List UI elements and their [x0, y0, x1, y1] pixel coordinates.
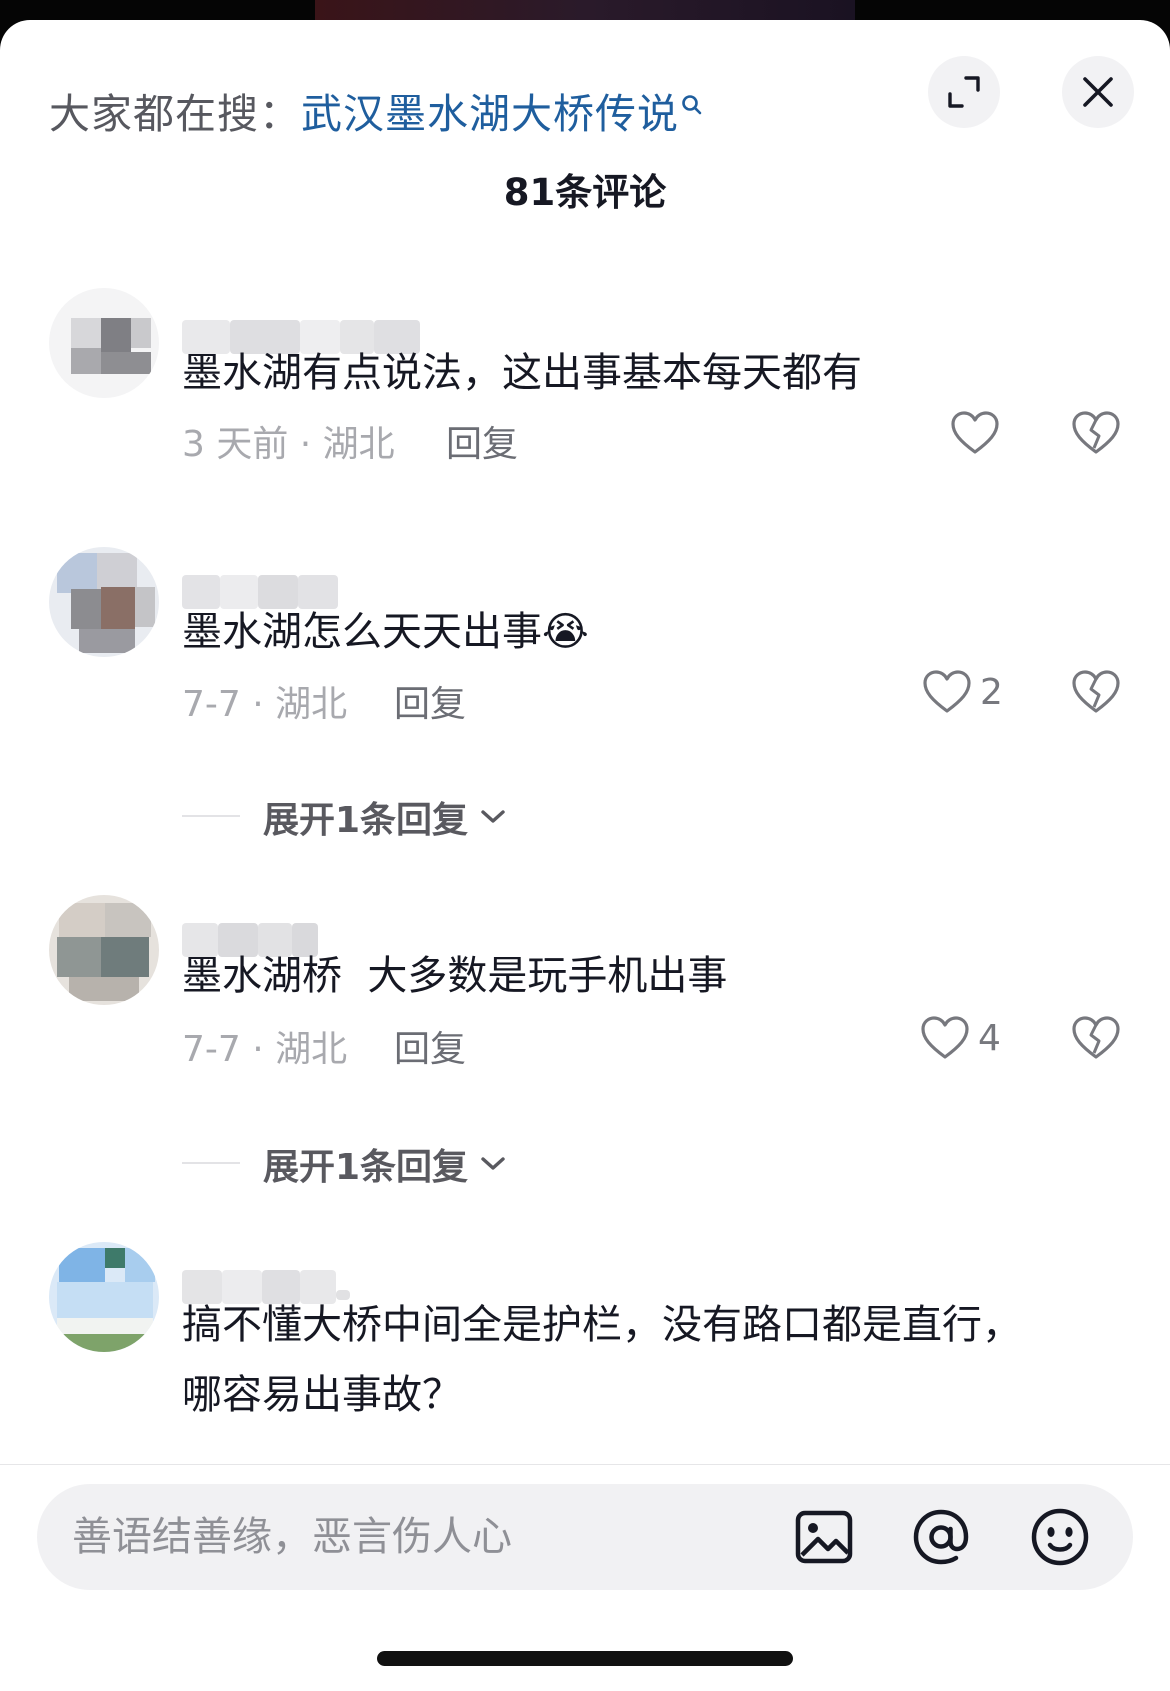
- reply-button[interactable]: 回复: [446, 415, 518, 467]
- emoji-button[interactable]: [1028, 1505, 1092, 1569]
- heart-icon: [951, 411, 999, 454]
- comment-meta: 7-7 · 湖北: [182, 1029, 348, 1070]
- search-icon: [681, 92, 703, 128]
- comment-text-line-1: 搞不懂大桥中间全是护栏，没有路口都是直行，: [182, 1302, 1022, 1348]
- expand-replies-label: 展开1条回复: [263, 1147, 469, 1188]
- like-button[interactable]: 2: [922, 669, 1003, 715]
- like-count: 4: [978, 1017, 1001, 1059]
- comment-input[interactable]: 善语结善缘，恶言伤人心: [37, 1484, 1133, 1590]
- expand-replies-label: 展开1条回复: [263, 800, 469, 841]
- chevron-down-icon: [481, 810, 505, 823]
- comment-text: 墨水湖有点说法，这出事基本每天都有: [182, 350, 862, 396]
- dislike-button[interactable]: [1071, 669, 1121, 719]
- image-button[interactable]: [792, 1505, 856, 1569]
- expand-replies-button[interactable]: 展开1条回复: [263, 1138, 508, 1190]
- like-button[interactable]: [950, 410, 1000, 456]
- expand-button[interactable]: [928, 56, 1000, 128]
- emoji-icon: [1031, 1508, 1089, 1566]
- comment-meta: 7-7 · 湖北: [182, 684, 348, 725]
- comment-text-line-2: 哪容易出事故？: [182, 1372, 462, 1418]
- search-suggestion-prefix: 大家都在搜：: [49, 90, 301, 138]
- image-icon: [795, 1510, 853, 1564]
- expand-divider: [182, 815, 240, 817]
- avatar[interactable]: [49, 895, 159, 1005]
- comment-count-title: 81条评论: [503, 171, 667, 214]
- like-count: 2: [980, 671, 1003, 713]
- search-suggestion[interactable]: 大家都在搜： 武汉墨水湖大桥传说: [49, 70, 703, 150]
- comment-meta: 3 天前 · 湖北: [182, 424, 395, 465]
- like-button[interactable]: 4: [920, 1015, 1001, 1061]
- heart-icon: [923, 670, 971, 713]
- broken-heart-icon: [1072, 411, 1120, 454]
- dislike-button[interactable]: [1071, 1015, 1121, 1065]
- avatar[interactable]: [49, 1242, 159, 1352]
- avatar[interactable]: [49, 288, 159, 398]
- crying-laughing-emoji: 😭: [542, 609, 589, 655]
- comment-input-placeholder: 善语结善缘，恶言伤人心: [72, 1514, 512, 1560]
- comment-text-body: 墨水湖怎么天天出事: [182, 609, 542, 655]
- search-suggestion-term[interactable]: 武汉墨水湖大桥传说: [301, 80, 679, 140]
- comment-sheet: 大家都在搜： 武汉墨水湖大桥传说 81条评论 墨水湖有点说法，这出事基本每天都有…: [0, 20, 1170, 1691]
- expand-divider: [182, 1162, 240, 1164]
- close-icon: [1083, 77, 1113, 107]
- expand-replies-button[interactable]: 展开1条回复: [263, 791, 508, 843]
- broken-heart-icon: [1072, 670, 1120, 713]
- reply-button[interactable]: 回复: [394, 675, 466, 727]
- comment-text: 墨水湖怎么天天出事😭: [182, 597, 589, 667]
- chevron-down-icon: [481, 1157, 505, 1170]
- heart-icon: [921, 1016, 969, 1059]
- expand-icon: [948, 76, 980, 108]
- close-button[interactable]: [1062, 56, 1134, 128]
- home-indicator[interactable]: [377, 1651, 793, 1666]
- at-icon: [913, 1509, 969, 1565]
- avatar[interactable]: [49, 547, 159, 657]
- dislike-button[interactable]: [1071, 410, 1121, 460]
- broken-heart-icon: [1072, 1016, 1120, 1059]
- input-divider: [0, 1464, 1170, 1465]
- reply-button[interactable]: 回复: [394, 1020, 466, 1072]
- mention-button[interactable]: [909, 1505, 973, 1569]
- comment-text: 墨水湖桥 大多数是玩手机出事: [182, 953, 728, 999]
